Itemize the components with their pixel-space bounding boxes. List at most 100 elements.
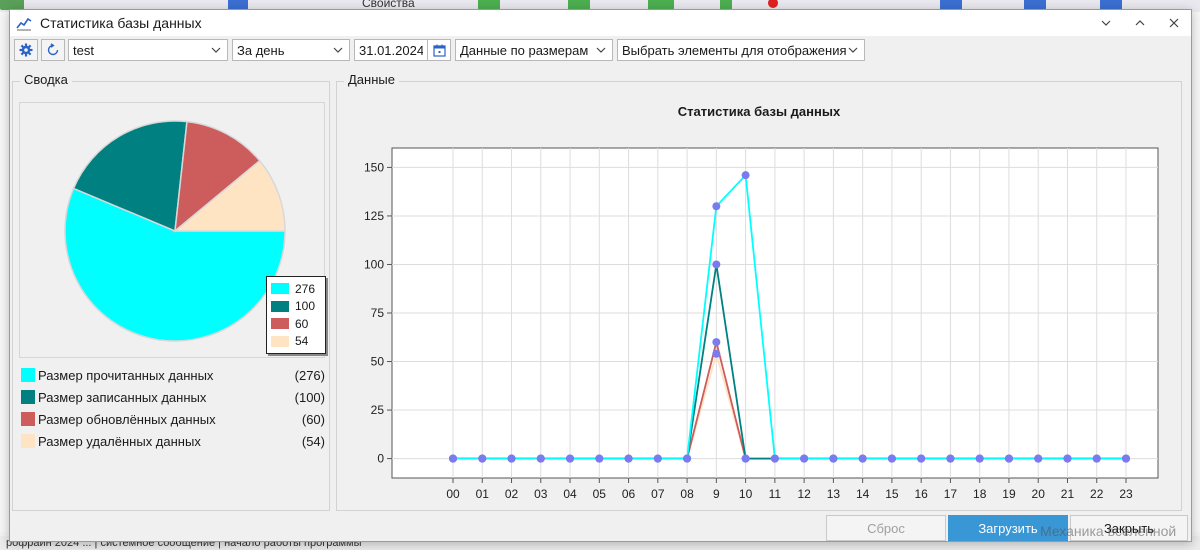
x-tick-label: 03 [534, 487, 548, 501]
window-title: Статистика базы данных [40, 15, 202, 31]
chevron-up-icon [1135, 20, 1145, 26]
data-point [887, 454, 896, 463]
data-point [975, 454, 984, 463]
close-button[interactable]: Закрыть [1070, 515, 1188, 541]
pie-legend-value: 100 [295, 299, 316, 314]
legend-swatch [271, 283, 289, 295]
minimize-button[interactable] [1123, 10, 1157, 36]
elements-select-value: Выбрать элементы для отображения [622, 42, 846, 58]
data-point [946, 454, 955, 463]
summary-groupbox: 276 100 60 54 Размер прочитанных данных … [12, 81, 330, 511]
period-select[interactable]: За день [232, 39, 350, 61]
x-tick-label: 08 [680, 487, 694, 501]
data-point [1063, 454, 1072, 463]
close-window-button[interactable] [1157, 10, 1191, 36]
mode-select-value: Данные по размерам [460, 42, 589, 58]
x-tick-label: 22 [1090, 487, 1104, 501]
x-tick-label: 20 [1032, 487, 1046, 501]
date-input[interactable]: 31.01.2024 [354, 39, 428, 61]
summary-legend-list: Размер прочитанных данных (276) Размер з… [21, 364, 325, 452]
legend-swatch [21, 434, 35, 448]
refresh-button[interactable] [41, 39, 65, 61]
chevron-down-icon [1101, 20, 1111, 26]
x-tick-label: 23 [1119, 487, 1133, 501]
data-point [478, 454, 487, 463]
legend-swatch [21, 390, 35, 404]
pie-legend-value: 60 [295, 316, 309, 331]
x-tick-label: 07 [651, 487, 665, 501]
window-titlebar: Статистика базы данных [10, 10, 1191, 36]
x-tick-label: 04 [563, 487, 577, 501]
list-item[interactable]: Размер прочитанных данных (276) [21, 364, 325, 386]
list-item[interactable]: Размер удалённых данных (54) [21, 430, 325, 452]
legend-label: Размер прочитанных данных [38, 367, 214, 383]
list-item[interactable]: Размер обновлённых данных (60) [21, 408, 325, 430]
legend-count: (100) [294, 389, 325, 405]
close-icon [1169, 18, 1179, 28]
pie-legend: 276 100 60 54 [266, 276, 326, 354]
x-tick-label: 18 [973, 487, 987, 501]
dialog-footer: Сброс Загрузить Закрыть Механика вселенн… [10, 513, 1191, 542]
data-point [741, 454, 750, 463]
reset-button[interactable]: Сброс [826, 515, 946, 541]
legend-label: Размер удалённых данных [38, 433, 201, 449]
x-tick-label: 21 [1061, 487, 1075, 501]
chart-title: Статистика базы данных [677, 104, 841, 119]
data-point [1004, 454, 1013, 463]
bg-record-icon [768, 0, 778, 8]
legend-count: (276) [294, 367, 325, 383]
legend-swatch [21, 368, 35, 382]
legend-swatch [271, 335, 289, 347]
mode-select[interactable]: Данные по размерам [455, 39, 613, 61]
data-point [800, 454, 809, 463]
data-point [507, 454, 516, 463]
data-point [712, 338, 721, 347]
dropdown-button[interactable] [1089, 10, 1123, 36]
database-select-value: test [73, 42, 94, 58]
x-tick-label: 11 [769, 487, 782, 501]
y-tick-label: 75 [371, 306, 385, 320]
x-tick-label: 16 [914, 487, 928, 501]
elements-select[interactable]: Выбрать элементы для отображения [617, 39, 865, 61]
y-tick-label: 0 [377, 452, 384, 466]
calendar-button[interactable] [427, 39, 451, 61]
y-tick-label: 150 [364, 160, 384, 174]
chevron-down-icon [846, 46, 860, 54]
data-point [653, 454, 662, 463]
list-item[interactable]: Размер записанных данных (100) [21, 386, 325, 408]
period-select-value: За день [237, 42, 285, 58]
data-point [770, 454, 779, 463]
line-chart-icon [16, 17, 32, 31]
database-select[interactable]: test [68, 39, 228, 61]
pie-legend-row: 60 [271, 315, 321, 333]
data-point [683, 454, 692, 463]
data-point [741, 171, 750, 180]
x-tick-label: 15 [885, 487, 899, 501]
x-tick-label: 12 [797, 487, 811, 501]
data-point [917, 454, 926, 463]
x-tick-label: 06 [622, 487, 636, 501]
data-point [595, 454, 604, 463]
statistics-window: Статистика базы данных test За день 31.0… [9, 9, 1192, 542]
data-groupbox: 0 25 50 75 100 125 150 00 01 02 03 04 05 06 07 08 9 10 11 1… [336, 81, 1182, 511]
data-point [712, 260, 721, 269]
pie-chart-area: 276 100 60 54 [19, 102, 326, 358]
line-chart: 0 25 50 75 100 125 150 00 01 02 03 04 05 06 07 08 9 10 11 1… [364, 147, 1159, 501]
data-point [566, 454, 575, 463]
data-point [1092, 454, 1101, 463]
y-tick-label: 100 [364, 257, 384, 271]
x-tick-label: 05 [593, 487, 607, 501]
x-tick-label: 10 [739, 487, 753, 501]
load-button[interactable]: Загрузить [948, 515, 1068, 541]
summary-panel: 276 100 60 54 Размер прочитанных данных … [12, 73, 330, 511]
x-tick-label: 17 [944, 487, 958, 501]
legend-swatch [21, 412, 35, 426]
data-point [829, 454, 838, 463]
legend-label: Размер обновлённых данных [38, 411, 216, 427]
legend-swatch [271, 318, 289, 330]
calendar-icon [432, 44, 446, 57]
settings-button[interactable] [14, 39, 38, 61]
y-tick-label: 25 [371, 403, 385, 417]
gear-icon [19, 43, 33, 57]
x-tick-label: 9 [713, 487, 720, 501]
